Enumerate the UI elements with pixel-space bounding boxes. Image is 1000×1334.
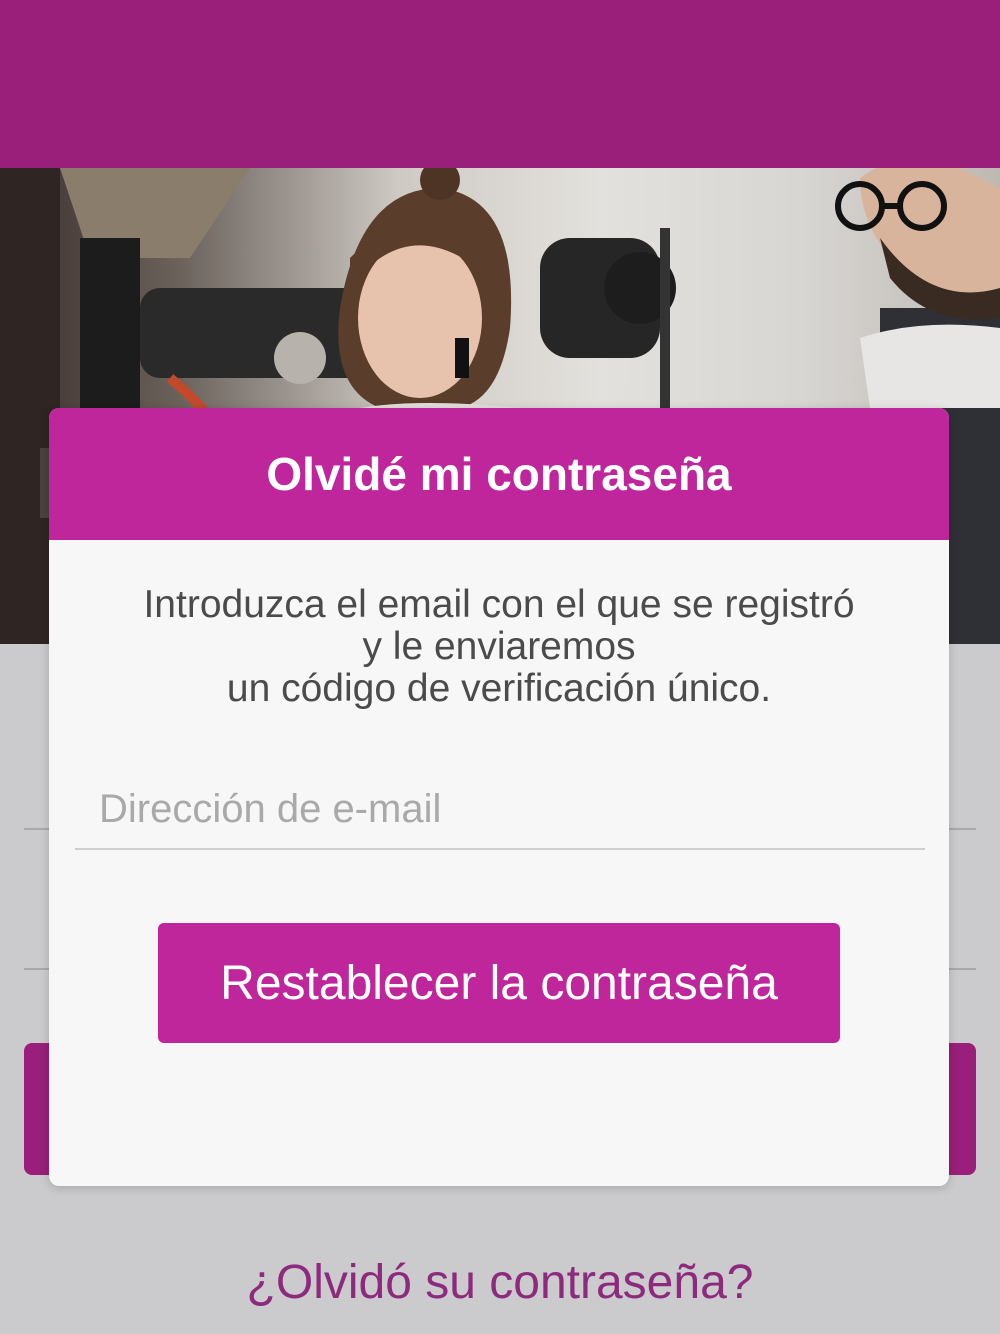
email-field[interactable] (75, 770, 925, 850)
message-line: Introduzca el email con el que se regist… (143, 583, 855, 626)
forgot-password-dialog: Olvidé mi contraseña Introduzca el email… (49, 408, 949, 1186)
app-header-bar (0, 0, 1000, 168)
dialog-title: Olvidé mi contraseña (266, 448, 732, 500)
dialog-header: Olvidé mi contraseña (49, 408, 949, 540)
message-line: y le enviaremos (362, 625, 636, 668)
reset-password-button[interactable]: Restablecer la contraseña (158, 923, 840, 1043)
dialog-message: Introduzca el email con el que se regist… (79, 584, 919, 710)
forgot-password-link[interactable]: ¿Olvidó su contraseña? (0, 1248, 1000, 1318)
message-line: un código de verificación único. (226, 667, 772, 710)
